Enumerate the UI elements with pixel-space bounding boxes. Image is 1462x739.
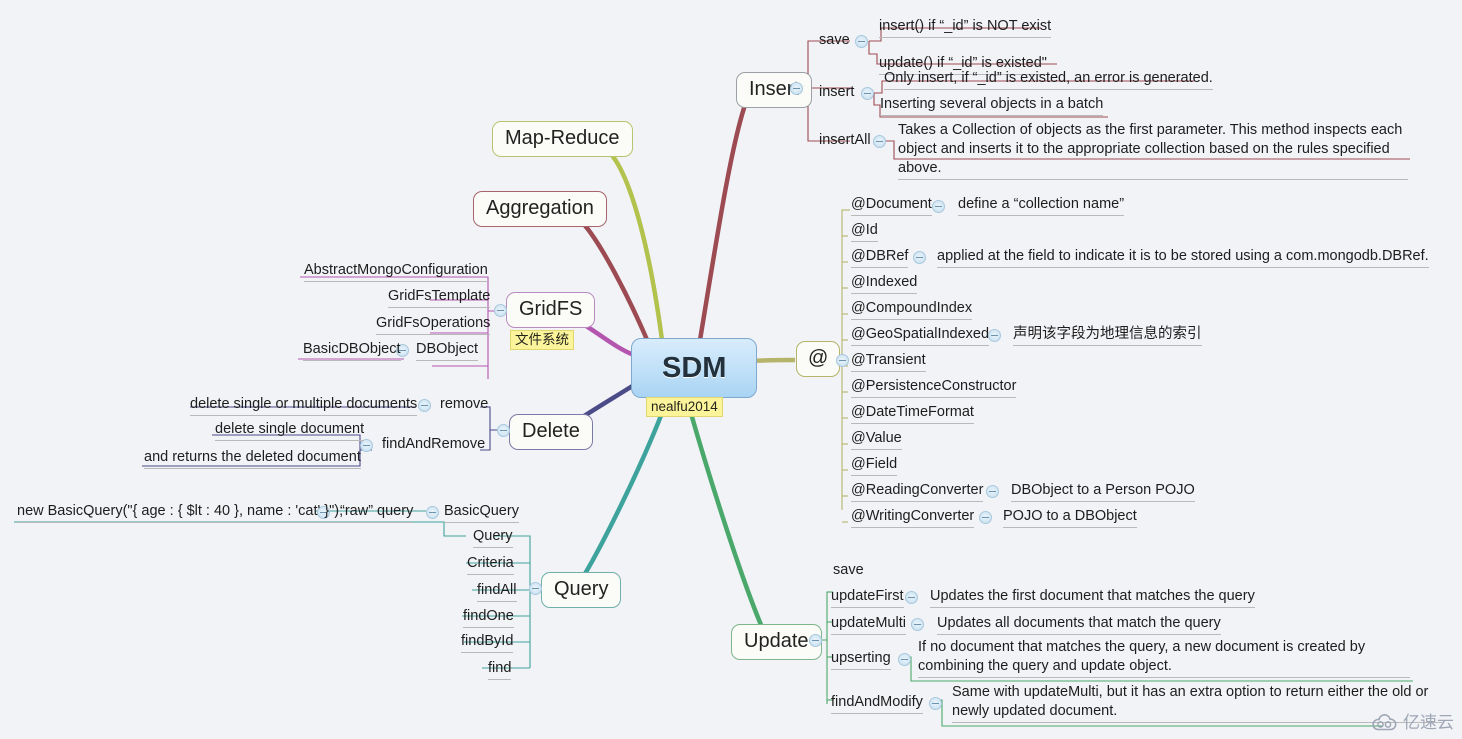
annotation-item-8[interactable]: @DateTimeFormat [851,403,974,424]
central-tag: nealfu2014 [646,397,723,417]
delete-far-note-2: and returns the deleted document [144,448,361,469]
update-item-save[interactable]: save [833,561,864,580]
branch-annotations[interactable]: @ [796,341,841,377]
update-item-updatemulti[interactable]: updateMulti [831,614,906,635]
update-upserting-note: If no document that matches the query, a… [918,638,1410,678]
insert-item-insertall[interactable]: insertAll [819,131,871,150]
cloud-icon [1372,714,1397,731]
update-item-updatefirst[interactable]: updateFirst [831,587,904,608]
insert-insert-note-2: Inserting several objects in a batch [880,95,1104,116]
insert-item-insert[interactable]: insert [819,83,854,102]
branch-gridfs-label: GridFS [519,298,583,320]
insert-item-save[interactable]: save [819,31,850,50]
collapse-icon-gridfs[interactable] [494,304,507,317]
branch-annotations-label: @ [808,347,829,369]
collapse-icon-update[interactable] [809,634,822,647]
update-updatefirst-note: Updates the first document that matches … [930,587,1255,608]
query-item-4[interactable]: findById [461,632,514,653]
branch-gridfs[interactable]: GridFS [506,292,596,328]
link-mapreduce [605,148,665,341]
collapse-icon-findandmodify[interactable] [929,697,942,710]
central-node[interactable]: SDM [631,338,758,398]
query-basicquery-note: “raw” query [340,502,414,523]
insert-save-note-1: insert() if “_id” is NOT exist [879,17,1052,38]
branch-mapreduce-label: Map-Reduce [505,127,620,149]
collapse-icon-upserting[interactable] [898,653,911,666]
gridfs-item-1[interactable]: AbstractMongoConfiguration [304,261,488,282]
collapse-icon-insert[interactable] [790,82,803,95]
delete-remove-note-1: delete single or multiple documents [190,395,418,416]
collapse-icon-document[interactable] [932,200,945,213]
annotation-item-11[interactable]: @ReadingConverter [851,481,984,502]
annotation-note-12: POJO to a DBObject [1003,507,1137,528]
delete-item-remove[interactable]: remove [440,395,488,414]
branch-query-label: Query [554,578,609,600]
branch-aggregation[interactable]: Aggregation [473,191,607,227]
delete-far-note-1: delete single document [215,420,365,441]
branch-mapreduce[interactable]: Map-Reduce [492,121,633,157]
annotation-item-5[interactable]: @GeoSpatialIndexed [851,325,990,346]
collapse-icon-annotations[interactable] [836,354,849,367]
collapse-icon-updatefirst[interactable] [905,591,918,604]
collapse-icon-insert-item[interactable] [861,87,874,100]
annotation-note-11: DBObject to a Person POJO [1011,481,1195,502]
branch-update[interactable]: Update [731,624,822,660]
mindmap-canvas: SDM nealfu2014 Insert save insert() if “… [0,0,1462,739]
query-item-3[interactable]: findOne [463,607,514,628]
branch-delete[interactable]: Delete [509,414,593,450]
collapse-icon-query[interactable] [529,582,542,595]
annotation-item-9[interactable]: @Value [851,429,902,450]
collapse-icon-remove[interactable] [418,399,431,412]
collapse-icon-updatemulti[interactable] [911,618,924,631]
delete-item-findandremove[interactable]: findAndRemove [382,435,485,454]
update-findandmodify-note: Same with updateMulti, but it has an ext… [952,683,1442,723]
insert-insertall-note-1: Takes a Collection of objects as the fir… [898,121,1408,180]
branch-aggregation-label: Aggregation [486,197,594,219]
branch-delete-label: Delete [522,420,580,442]
query-basicquery-label[interactable]: BasicQuery [444,502,519,523]
annotation-item-1[interactable]: @Id [851,221,878,242]
collapse-icon-save[interactable] [855,35,868,48]
annotation-item-4[interactable]: @CompoundIndex [851,299,973,320]
gridfs-item-3[interactable]: GridFsOperations [376,314,491,335]
central-title: SDM [662,352,727,384]
update-updatemulti-note: Updates all documents that match the que… [937,614,1221,635]
query-item-0[interactable]: Query [473,527,513,548]
query-item-1[interactable]: Criteria [467,554,514,575]
update-item-findandmodify[interactable]: findAndModify [831,693,923,714]
link-update [687,409,768,635]
watermark: 亿速云 [1372,713,1454,733]
annotation-item-6[interactable]: @Transient [851,351,926,372]
gridfs-item-2[interactable]: GridFsTemplate [388,287,491,308]
collapse-icon-insertall[interactable] [873,135,886,148]
collapse-icon-basicquery[interactable] [426,506,439,519]
annotation-note-5: 声明该字段为地理信息的索引 [1013,325,1202,346]
insert-insert-note-1: Only insert, if “_id” is existed, an err… [884,69,1213,90]
annotation-item-7[interactable]: @PersistenceConstructor [851,377,1017,398]
annotation-item-10[interactable]: @Field [851,455,898,476]
annotation-item-3[interactable]: @Indexed [851,273,918,294]
update-item-upserting[interactable]: upserting [831,649,891,670]
collapse-icon-geospatial[interactable] [988,329,1001,342]
annotation-item-0[interactable]: @Document [851,195,932,216]
annotation-note-2: applied at the field to indicate it is t… [937,247,1429,268]
annotation-item-2[interactable]: @DBRef [851,247,909,268]
query-item-5[interactable]: find [488,659,512,680]
collapse-icon-readingconverter[interactable] [986,485,999,498]
annotation-note-0: define a “collection name” [958,195,1125,216]
query-item-2[interactable]: findAll [477,581,517,602]
annotation-item-12[interactable]: @WritingConverter [851,507,975,528]
branch-update-label: Update [744,630,809,652]
collapse-icon-delete[interactable] [497,424,510,437]
branch-query[interactable]: Query [541,572,622,608]
gridfs-tag: 文件系统 [510,330,574,350]
link-insert [697,104,748,341]
watermark-text: 亿速云 [1403,713,1454,732]
collapse-icon-writingconverter[interactable] [979,511,992,524]
gridfs-item-4-note: BasicDBObject [303,340,401,361]
query-basicquery-code: new BasicQuery("{ age : { $lt : 40 }, na… [17,502,344,523]
collapse-icon-dbref[interactable] [913,251,926,264]
gridfs-item-4[interactable]: DBObject [416,340,479,361]
